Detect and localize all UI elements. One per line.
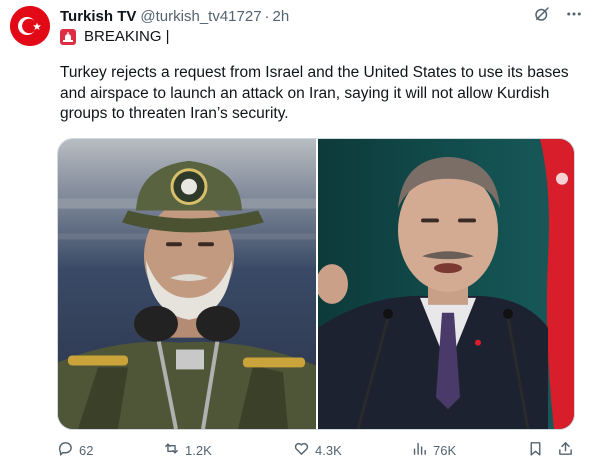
repost-icon — [163, 440, 180, 459]
share-icon — [557, 440, 574, 459]
display-name[interactable]: Turkish TV — [60, 8, 136, 25]
tweet-text: Turkey rejects a request from Israel and… — [60, 64, 569, 122]
reply-icon — [57, 440, 74, 459]
politician-photo — [318, 139, 574, 429]
header-actions — [533, 6, 583, 26]
views-icon — [411, 440, 428, 459]
tweet-actions: 62 1.2K 4.3K 76K — [57, 440, 577, 459]
timestamp[interactable]: 2h — [273, 8, 290, 25]
media-image-military-officer[interactable] — [58, 139, 316, 429]
turkish-flag-avatar-icon — [10, 6, 50, 46]
reply-button[interactable]: 62 — [57, 440, 93, 459]
repost-count: 1.2K — [185, 442, 212, 458]
views-button[interactable]: 76K — [411, 440, 456, 459]
grok-icon[interactable] — [533, 5, 551, 27]
user-handle[interactable]: @turkish_tv41727 — [140, 8, 261, 25]
share-button[interactable] — [557, 440, 574, 459]
breaking-line: BREAKING | — [60, 28, 170, 45]
like-button[interactable]: 4.3K — [293, 440, 342, 459]
media-image-politician[interactable] — [318, 139, 574, 429]
breaking-label: BREAKING | — [84, 28, 170, 45]
bookmark-icon — [527, 440, 544, 459]
siren-icon — [60, 28, 76, 45]
more-icon[interactable] — [565, 5, 583, 27]
avatar[interactable] — [10, 6, 50, 46]
heart-icon — [293, 440, 310, 459]
bookmark-button[interactable] — [527, 440, 544, 459]
separator-dot: · — [264, 7, 270, 25]
reply-count: 62 — [79, 442, 94, 458]
military-officer-photo — [58, 139, 316, 429]
repost-button[interactable]: 1.2K — [163, 440, 212, 459]
tweet-media[interactable] — [57, 138, 575, 430]
tweet-header: Turkish TV @turkish_tv41727 · 2h — [60, 6, 583, 26]
like-count: 4.3K — [315, 442, 342, 458]
views-count: 76K — [433, 442, 457, 458]
